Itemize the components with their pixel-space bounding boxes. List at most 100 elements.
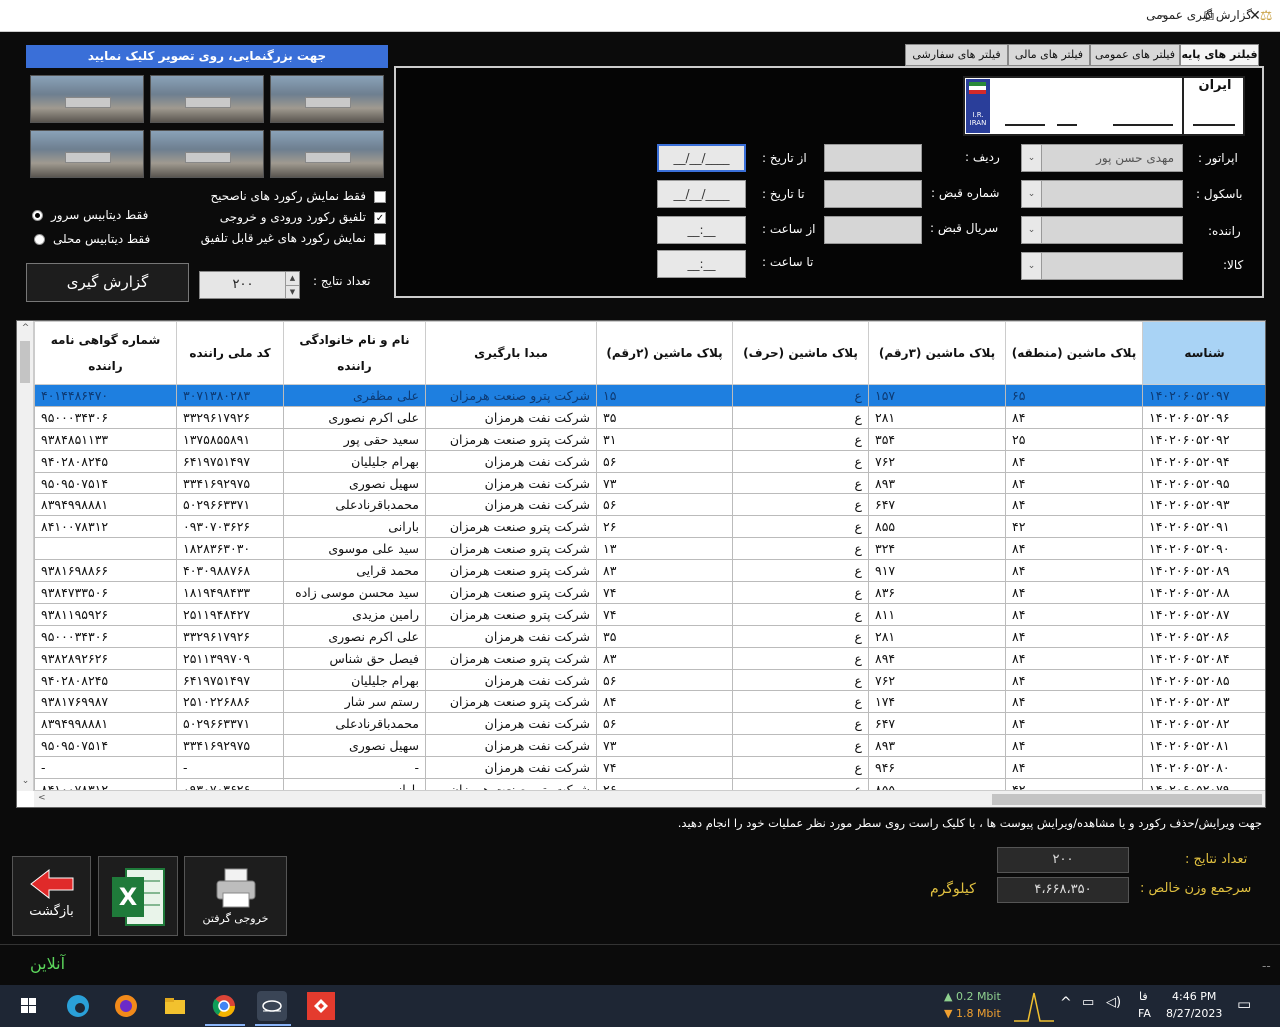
checkbox-icon[interactable] bbox=[374, 190, 386, 203]
table-cell[interactable]: شرکت نفت هرمزان bbox=[425, 624, 597, 648]
table-cell[interactable]: ۶۴۱۹۷۵۱۴۹۷ bbox=[176, 668, 284, 692]
table-row[interactable]: ۱۴۰۲۰۶۰۵۲۰۹۱ ۴۲ ۸۵۵ ع ۲۶ شرکت پترو صنعت هرمزا… bbox=[34, 515, 1265, 539]
table-cell[interactable]: بهرام جلیلیان bbox=[283, 449, 426, 473]
vehicle-photo-1[interactable] bbox=[30, 75, 144, 123]
table-cell[interactable]: ۲۵ bbox=[1005, 427, 1143, 451]
clock-date[interactable]: 8/27/2023 bbox=[1166, 1007, 1222, 1020]
table-cell[interactable]: ۴۲ bbox=[1005, 515, 1143, 539]
table-cell[interactable]: ع bbox=[732, 537, 869, 561]
table-row[interactable]: ۱۴۰۲۰۶۰۵۲۰۹۶ ۸۴ ۲۸۱ ع ۳۵ شرکت نفت هرمزان علی ا… bbox=[34, 405, 1265, 429]
grid-column-header[interactable]: نام و نام خانوادگی راننده bbox=[283, 321, 426, 385]
table-cell[interactable]: ۱۴۰۲۰۶۰۵۲۰۹۳ bbox=[1142, 493, 1265, 517]
driver-select[interactable]: ⌄ bbox=[1021, 216, 1183, 244]
grid-column-header[interactable]: پلاک ماشین (۲رقم) bbox=[596, 321, 733, 385]
table-cell[interactable]: ۶۵ bbox=[1005, 384, 1143, 407]
table-cell[interactable]: ۳۵۴ bbox=[868, 427, 1006, 451]
table-cell[interactable]: ۷۴ bbox=[596, 581, 733, 604]
option-incorrect-records[interactable]: فقط نمایش رکورد های ناصحیح bbox=[210, 189, 386, 203]
table-cell[interactable]: ع bbox=[732, 602, 869, 626]
from-date-input[interactable]: __/__/____ bbox=[657, 144, 746, 172]
table-row[interactable]: ۱۴۰۲۰۶۰۵۲۰۸۸ ۸۴ ۸۳۶ ع ۷۴ شرکت پترو صنعت هرمزا… bbox=[34, 581, 1265, 604]
table-cell[interactable]: ۹۴۶ bbox=[868, 756, 1006, 780]
table-cell[interactable]: ۹۳۸۲۸۹۲۶۲۶ bbox=[34, 646, 177, 670]
table-cell[interactable]: ع bbox=[732, 646, 869, 670]
table-cell[interactable]: ۱۸۱۹۴۹۸۴۳۳ bbox=[176, 581, 284, 604]
table-cell[interactable]: ۴۰۱۴۴۸۶۴۷۰ bbox=[34, 384, 177, 407]
table-cell[interactable]: ۳۵ bbox=[596, 624, 733, 648]
table-cell[interactable]: فیصل حق شناس bbox=[283, 646, 426, 670]
table-cell[interactable]: شرکت پترو صنعت هرمزان bbox=[425, 515, 597, 539]
chrome-icon[interactable] bbox=[209, 991, 239, 1021]
to-date-input[interactable]: __/__/____ bbox=[657, 180, 746, 208]
table-row[interactable]: ۱۴۰۲۰۶۰۵۲۰۸۹ ۸۴ ۹۱۷ ع ۸۳ شرکت پترو صنعت هرمزا… bbox=[34, 559, 1265, 583]
table-row[interactable]: ۱۴۰۲۰۶۰۵۲۰۹۲ ۲۵ ۳۵۴ ع ۳۱ شرکت پترو صنعت هرمزا… bbox=[34, 427, 1265, 451]
scroll-thumb[interactable] bbox=[992, 794, 1262, 805]
table-cell[interactable]: ۸۴ bbox=[1005, 559, 1143, 583]
table-cell[interactable]: ۸۴ bbox=[1005, 734, 1143, 758]
table-cell[interactable]: ۸۴ bbox=[1005, 581, 1143, 604]
table-cell[interactable]: سعید حقی پور bbox=[283, 427, 426, 451]
table-cell[interactable]: ۸۴ bbox=[1005, 471, 1143, 495]
table-row[interactable]: ۱۴۰۲۰۶۰۵۲۰۹۳ ۸۴ ۶۴۷ ع ۵۶ شرکت نفت هرمزان محمدب… bbox=[34, 493, 1265, 517]
table-cell[interactable]: ۵۶ bbox=[596, 712, 733, 736]
table-cell[interactable]: شرکت نفت هرمزان bbox=[425, 471, 597, 495]
table-cell[interactable]: ۹۴۰۲۸۰۸۲۴۵ bbox=[34, 449, 177, 473]
table-cell[interactable]: ۱۵۷ bbox=[868, 384, 1006, 407]
table-cell[interactable]: شرکت پترو صنعت هرمزان bbox=[425, 646, 597, 670]
maximize-button[interactable]: ⧉ bbox=[1186, 0, 1232, 32]
receipt-number-input[interactable] bbox=[824, 180, 922, 208]
table-cell[interactable]: ۸۴ bbox=[1005, 624, 1143, 648]
row-input[interactable] bbox=[824, 144, 922, 172]
monitor-icon[interactable]: ▭ bbox=[1082, 995, 1094, 1010]
clock-time[interactable]: 4:46 PM bbox=[1172, 990, 1216, 1003]
table-cell[interactable]: ۱۴۰۲۰۶۰۵۲۰۹۶ bbox=[1142, 405, 1265, 429]
tab-financial-filters[interactable]: فیلتر های مالی bbox=[1008, 44, 1090, 66]
table-cell[interactable]: شرکت نفت هرمزان bbox=[425, 734, 597, 758]
firefox-icon[interactable] bbox=[111, 991, 141, 1021]
table-cell[interactable]: ۷۳ bbox=[596, 734, 733, 758]
to-time-input[interactable]: __:__ bbox=[657, 250, 746, 278]
table-cell[interactable]: ۶۴۷ bbox=[868, 712, 1006, 736]
table-cell[interactable]: ۱۴۰۲۰۶۰۵۲۰۹۱ bbox=[1142, 515, 1265, 539]
vehicle-photo-3[interactable] bbox=[270, 75, 384, 123]
table-cell[interactable]: شرکت نفت هرمزان bbox=[425, 449, 597, 473]
table-cell[interactable]: ع bbox=[732, 690, 869, 714]
table-cell[interactable]: ۱۴۰۲۰۶۰۵۲۰۸۱ bbox=[1142, 734, 1265, 758]
table-cell[interactable]: ۳۳۲۹۶۱۷۹۲۶ bbox=[176, 405, 284, 429]
grid-column-header[interactable]: شماره گواهی نامه راننده bbox=[34, 321, 177, 385]
table-cell[interactable]: ۱۴۰۲۰۶۰۵۲۰۹۰ bbox=[1142, 537, 1265, 561]
table-cell[interactable]: ع bbox=[732, 449, 869, 473]
table-cell[interactable]: شرکت نفت هرمزان bbox=[425, 712, 597, 736]
table-cell[interactable]: شرکت پترو صنعت هرمزان bbox=[425, 690, 597, 714]
grid-column-header[interactable]: پلاک ماشین (۳رقم) bbox=[868, 321, 1006, 385]
language-code[interactable]: FA bbox=[1138, 1007, 1151, 1020]
table-row[interactable]: ۱۴۰۲۰۶۰۵۲۰۹۰ ۸۴ ۳۲۴ ع ۱۳ شرکت پترو صنعت هرمزا… bbox=[34, 537, 1265, 561]
table-cell[interactable]: ۵۰۲۹۶۶۳۳۷۱ bbox=[176, 493, 284, 517]
table-row[interactable]: ۱۴۰۲۰۶۰۵۲۰۸۶ ۸۴ ۲۸۱ ع ۳۵ شرکت نفت هرمزان علی ا… bbox=[34, 624, 1265, 648]
anydesk-icon[interactable] bbox=[306, 991, 336, 1021]
table-cell[interactable]: ۳۳۴۱۶۹۲۹۷۵ bbox=[176, 471, 284, 495]
table-cell[interactable]: بارانی bbox=[283, 515, 426, 539]
table-cell[interactable]: سید علی موسوی bbox=[283, 537, 426, 561]
goods-select[interactable]: ⌄ bbox=[1021, 252, 1183, 280]
checkbox-icon[interactable] bbox=[374, 232, 386, 245]
vehicle-photo-5[interactable] bbox=[150, 130, 264, 178]
grid-column-header[interactable]: مبدا بارگیری bbox=[425, 321, 597, 385]
vehicle-photo-6[interactable] bbox=[270, 130, 384, 178]
table-cell[interactable]: ۲۵۱۰۲۲۶۸۸۶ bbox=[176, 690, 284, 714]
table-cell[interactable]: ۸۴ bbox=[1005, 493, 1143, 517]
table-cell[interactable]: ۱۳ bbox=[596, 537, 733, 561]
notification-icon[interactable]: ▭ bbox=[1237, 995, 1251, 1013]
table-cell[interactable]: ۹۳۸۱۶۹۸۸۶۶ bbox=[34, 559, 177, 583]
table-cell[interactable]: ۸۴ bbox=[596, 690, 733, 714]
vertical-scrollbar[interactable]: ^ ⌄ bbox=[17, 321, 34, 791]
table-cell[interactable]: ۲۶ bbox=[596, 515, 733, 539]
file-explorer-icon[interactable] bbox=[160, 991, 190, 1021]
table-cell[interactable]: ۴۰۳۰۹۸۸۷۶۸ bbox=[176, 559, 284, 583]
chevron-down-icon[interactable]: ⌄ bbox=[1022, 181, 1042, 207]
table-cell[interactable] bbox=[34, 537, 177, 561]
table-cell[interactable]: محمدباقرنادعلی bbox=[283, 712, 426, 736]
table-cell[interactable]: ۱۴۰۲۰۶۰۵۲۰۸۰ bbox=[1142, 756, 1265, 780]
table-cell[interactable]: ع bbox=[732, 405, 869, 429]
table-cell[interactable]: ۳۱ bbox=[596, 427, 733, 451]
